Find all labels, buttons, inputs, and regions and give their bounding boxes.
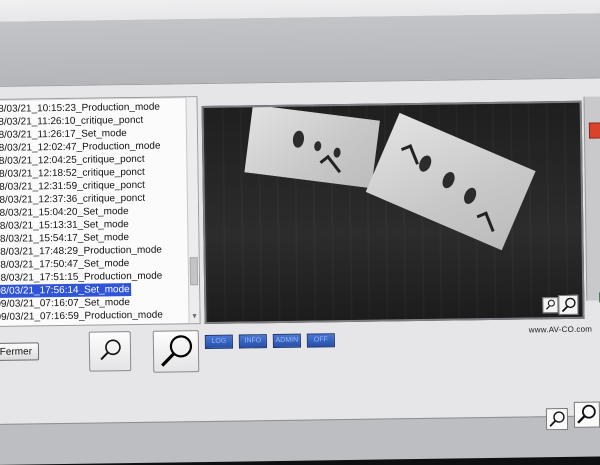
- inspected-part-right: [365, 112, 536, 251]
- log-list[interactable]: 08/03/21_10:15:23_Production_mode 08/03/…: [0, 97, 200, 324]
- magnifier-icon: [161, 335, 193, 367]
- part-mark: [291, 130, 305, 149]
- log-button[interactable]: LOG: [204, 334, 233, 350]
- log-scroll-thumb[interactable]: [189, 257, 199, 286]
- magnifier-icon: [546, 299, 555, 310]
- part-mark: [461, 185, 479, 206]
- part-chevron: [400, 144, 419, 168]
- side-status-panel: [583, 96, 600, 303]
- zoom-small-button[interactable]: [88, 331, 132, 372]
- camera-image: [203, 102, 583, 322]
- off-button[interactable]: OFF: [306, 333, 335, 348]
- part-mark: [440, 170, 457, 191]
- corner-zoom-small-button[interactable]: [545, 407, 569, 431]
- magnifier-icon: [549, 411, 565, 427]
- bottom-strip: [0, 415, 600, 465]
- viewer-zoom-large-button[interactable]: [558, 294, 579, 316]
- log-entry[interactable]: 09/03/21_07:16:59_Production_mode: [0, 308, 200, 324]
- inspected-part-left: [244, 104, 380, 189]
- part-chevron: [476, 211, 495, 235]
- mode-button-row: LOG INFO ADMIN OFF: [204, 328, 341, 350]
- upper-band: [0, 13, 600, 86]
- magnifier-icon: [561, 297, 576, 313]
- magnifier-icon: [100, 339, 121, 361]
- viewer-zoom-small-button[interactable]: [542, 297, 559, 314]
- scroll-down-arrow-icon[interactable]: ▼: [190, 313, 198, 321]
- magnifier-icon: [577, 404, 596, 424]
- part-mark: [313, 140, 322, 152]
- info-button[interactable]: INFO: [238, 334, 267, 349]
- log-list-panel[interactable]: 08/03/21_10:15:23_Production_mode 08/03/…: [0, 96, 201, 327]
- corner-zoom-large-button[interactable]: [573, 401, 600, 428]
- part-mark: [332, 147, 342, 159]
- company-web-address: www.AV-CO.com: [528, 324, 593, 335]
- zoom-large-button[interactable]: [152, 330, 200, 373]
- admin-button[interactable]: ADMIN: [272, 333, 301, 349]
- close-button[interactable]: Fermer: [0, 342, 40, 361]
- part-chevron: [319, 154, 342, 179]
- status-indicator-red: [588, 122, 600, 139]
- log-scrollbar[interactable]: ▼: [185, 97, 200, 324]
- inspection-window: 08/03/21_10:15:23_Production_mode 08/03/…: [0, 77, 600, 425]
- camera-viewer[interactable]: [201, 100, 585, 325]
- monitor-screen: 08/03/21_10:15:23_Production_mode 08/03/…: [0, 0, 600, 465]
- part-mark: [416, 153, 434, 174]
